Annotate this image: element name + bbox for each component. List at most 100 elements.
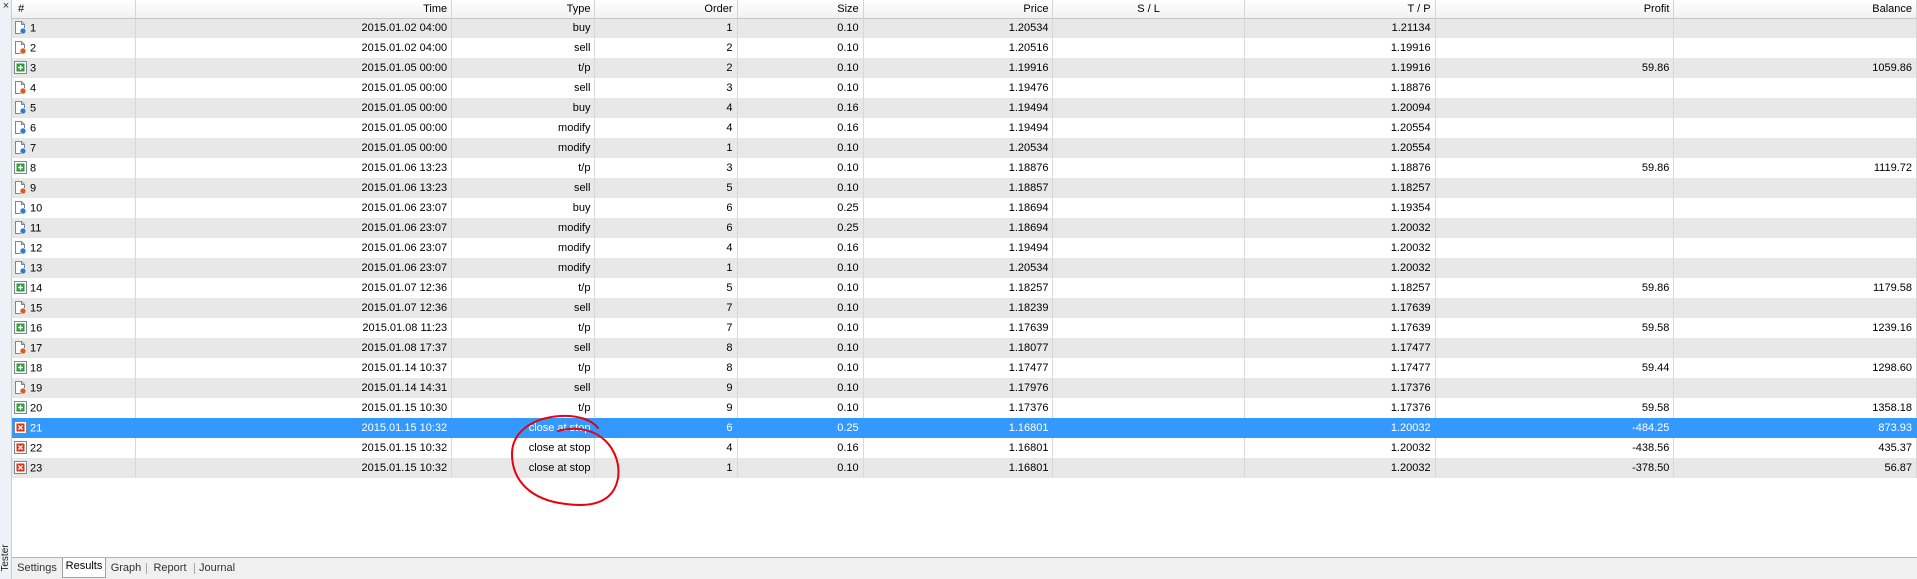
price-cell: 1.19476 xyxy=(863,78,1054,98)
table-row[interactable]: 22 2015.01.15 10:32 close at stop 4 0.16 1.16… xyxy=(12,438,1917,458)
take-profit-cell: 1.17376 xyxy=(1244,398,1436,418)
number-cell: 3 xyxy=(12,58,137,78)
number-cell: 18 xyxy=(12,358,137,378)
column-header-time[interactable]: Time xyxy=(135,0,453,19)
table-row[interactable]: 10 2015.01.06 23:07 buy 6 0.25 1.18694 1.19354 xyxy=(12,198,1917,218)
size-cell: 0.10 xyxy=(737,298,864,318)
number-cell: 14 xyxy=(12,278,137,298)
profit-cell xyxy=(1435,198,1675,218)
time-cell: 2015.01.06 23:07 xyxy=(135,258,453,278)
table-row[interactable]: 1 2015.01.02 04:00 buy 1 0.10 1.20534 1.21134 xyxy=(12,18,1917,38)
balance-cell xyxy=(1673,38,1917,58)
row-number: 8 xyxy=(30,162,37,174)
table-row[interactable]: 17 2015.01.08 17:37 sell 8 0.10 1.18077 1.1747… xyxy=(12,338,1917,358)
type-cell: sell xyxy=(451,298,596,318)
stop-loss-cell xyxy=(1052,98,1245,118)
column-header-stop-loss[interactable]: S / L xyxy=(1052,0,1245,19)
table-row[interactable]: 18 2015.01.14 10:37 t/p 8 0.10 1.17477 1.17477… xyxy=(12,358,1917,378)
column-header-balance[interactable]: Balance xyxy=(1673,0,1917,19)
number-cell: 13 xyxy=(12,258,137,278)
table-row[interactable]: 2 2015.01.02 04:00 sell 2 0.10 1.20516 1.19916 xyxy=(12,38,1917,58)
number-cell: 17 xyxy=(12,338,137,358)
type-cell: close at stop xyxy=(451,438,596,458)
time-cell: 2015.01.06 13:23 xyxy=(135,158,453,178)
time-cell: 2015.01.07 12:36 xyxy=(135,278,453,298)
take-profit-cell: 1.20554 xyxy=(1244,118,1436,138)
profit-cell: 59.44 xyxy=(1435,358,1675,378)
take-profit-cell: 1.21134 xyxy=(1244,18,1436,38)
time-cell: 2015.01.07 12:36 xyxy=(135,298,453,318)
profit-cell: 59.86 xyxy=(1435,278,1675,298)
table-row[interactable]: 11 2015.01.06 23:07 modify 6 0.25 1.18694 1.20… xyxy=(12,218,1917,238)
profit-cell xyxy=(1435,118,1675,138)
number-cell: 21 xyxy=(12,418,137,438)
table-row[interactable]: 23 2015.01.15 10:32 close at stop 1 0.10 1.16… xyxy=(12,458,1917,478)
column-header-profit[interactable]: Profit xyxy=(1435,0,1675,19)
table-row[interactable]: 12 2015.01.06 23:07 modify 4 0.16 1.19494 1.20… xyxy=(12,238,1917,258)
take-profit-icon xyxy=(14,160,27,174)
tab-results[interactable]: Results xyxy=(62,558,106,578)
tab-report[interactable]: Report xyxy=(146,560,194,578)
column-header-size[interactable]: Size xyxy=(737,0,864,19)
tab-graph[interactable]: Graph xyxy=(106,560,146,578)
type-cell: modify xyxy=(451,238,596,258)
table-row[interactable]: 3 2015.01.05 00:00 t/p 2 0.10 1.19916 1.19916 5… xyxy=(12,58,1917,78)
table-row[interactable]: 9 2015.01.06 13:23 sell 5 0.10 1.18857 1.18257 xyxy=(12,178,1917,198)
profit-cell: -484.25 xyxy=(1435,418,1675,438)
balance-cell xyxy=(1673,18,1917,38)
row-number: 13 xyxy=(30,262,43,274)
order-cell: 1 xyxy=(594,18,738,38)
column-header-order[interactable]: Order xyxy=(594,0,738,19)
tab-settings[interactable]: Settings xyxy=(12,560,62,578)
column-header-number[interactable]: # xyxy=(12,0,137,19)
balance-cell xyxy=(1673,178,1917,198)
row-number: 1 xyxy=(30,22,37,35)
table-row[interactable]: 8 2015.01.06 13:23 t/p 3 0.10 1.18876 1.18876 5… xyxy=(12,158,1917,178)
row-number: 22 xyxy=(30,442,43,454)
size-cell: 0.10 xyxy=(737,338,864,358)
time-cell: 2015.01.02 04:00 xyxy=(135,18,453,38)
price-cell: 1.18077 xyxy=(863,338,1054,358)
buy-order-icon xyxy=(14,100,27,114)
take-profit-cell: 1.20032 xyxy=(1244,218,1436,238)
close-icon[interactable]: × xyxy=(1,0,11,12)
row-number: 18 xyxy=(30,362,43,374)
stop-loss-cell xyxy=(1052,18,1245,38)
price-cell: 1.17376 xyxy=(863,398,1054,418)
type-cell: buy xyxy=(451,198,596,218)
column-header-type[interactable]: Type xyxy=(451,0,596,19)
stop-loss-cell xyxy=(1052,178,1245,198)
balance-cell: 1119.72 xyxy=(1673,158,1917,178)
balance-cell: 1358.18 xyxy=(1673,398,1917,418)
table-row[interactable]: 5 2015.01.05 00:00 buy 4 0.16 1.19494 1.20094 xyxy=(12,98,1917,118)
table-row[interactable]: 20 2015.01.15 10:30 t/p 9 0.10 1.17376 1.17376… xyxy=(12,398,1917,418)
results-table: # Time Type Order Size Price S / L T / P… xyxy=(12,0,1917,478)
table-row[interactable]: 6 2015.01.05 00:00 modify 4 0.16 1.19494 1.205… xyxy=(12,118,1917,138)
price-cell: 1.19494 xyxy=(863,238,1054,258)
number-cell: 8 xyxy=(12,158,137,178)
type-cell: modify xyxy=(451,118,596,138)
profit-cell xyxy=(1435,238,1675,258)
tab-journal[interactable]: Journal xyxy=(194,560,240,578)
column-header-take-profit[interactable]: T / P xyxy=(1244,0,1436,19)
number-cell: 19 xyxy=(12,378,137,398)
modify-order-icon xyxy=(14,220,27,234)
table-row[interactable]: 4 2015.01.05 00:00 sell 3 0.10 1.19476 1.18876 xyxy=(12,78,1917,98)
table-row[interactable]: 13 2015.01.06 23:07 modify 1 0.10 1.20534 1.20… xyxy=(12,258,1917,278)
table-row[interactable]: 7 2015.01.05 00:00 modify 1 0.10 1.20534 1.205… xyxy=(12,138,1917,158)
table-row[interactable]: 14 2015.01.07 12:36 t/p 5 0.10 1.18257 1.18257… xyxy=(12,278,1917,298)
table-row[interactable]: 21 2015.01.15 10:32 close at stop 6 0.25 1.16… xyxy=(12,418,1917,438)
order-cell: 1 xyxy=(594,458,738,478)
profit-cell xyxy=(1435,298,1675,318)
table-row[interactable]: 16 2015.01.08 11:23 t/p 7 0.10 1.17639 1.17639… xyxy=(12,318,1917,338)
number-cell: 9 xyxy=(12,178,137,198)
profit-cell xyxy=(1435,258,1675,278)
stop-loss-cell xyxy=(1052,158,1245,178)
table-row[interactable]: 15 2015.01.07 12:36 sell 7 0.10 1.18239 1.1763… xyxy=(12,298,1917,318)
profit-cell xyxy=(1435,78,1675,98)
table-row[interactable]: 19 2015.01.14 14:31 sell 9 0.10 1.17976 1.1737… xyxy=(12,378,1917,398)
order-cell: 7 xyxy=(594,318,738,338)
column-header-price[interactable]: Price xyxy=(863,0,1054,19)
order-cell: 4 xyxy=(594,438,738,458)
modify-order-icon xyxy=(14,240,27,254)
